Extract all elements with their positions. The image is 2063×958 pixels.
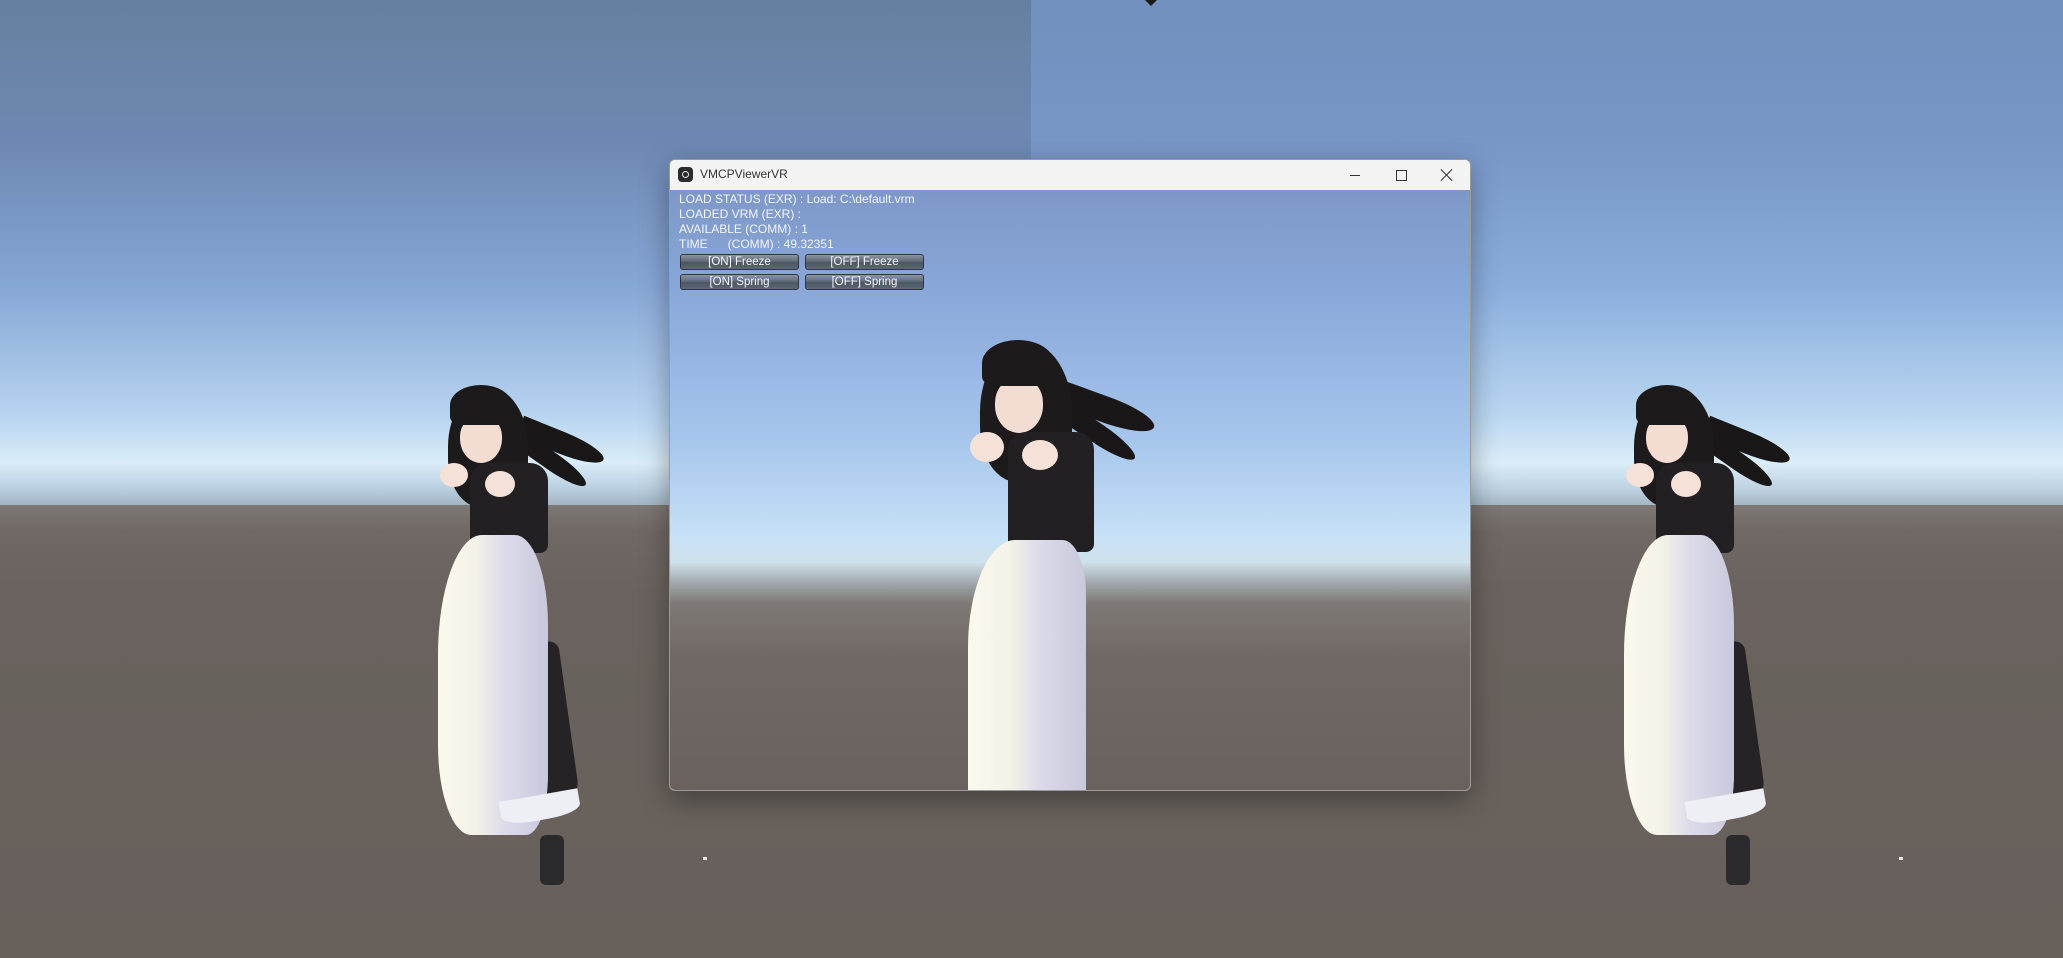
unity-app-icon bbox=[678, 167, 693, 182]
render-viewport[interactable]: LOAD STATUS (EXR) : Load: C:\default.vrm… bbox=[670, 190, 1470, 790]
spring-off-button[interactable]: [OFF] Spring bbox=[805, 274, 924, 290]
freeze-on-button[interactable]: [ON] Freeze bbox=[680, 254, 799, 270]
minimize-button[interactable] bbox=[1332, 160, 1378, 190]
floor-marker-dot bbox=[703, 857, 707, 860]
vrm-avatar-right bbox=[1616, 385, 1816, 905]
time-text: TIME (COMM) : 49.32351 bbox=[679, 237, 834, 251]
load-status-text: LOAD STATUS (EXR) : Load: C:\default.vrm bbox=[679, 192, 915, 206]
window-title: VMCPViewerVR bbox=[700, 167, 788, 181]
maximize-icon bbox=[1395, 169, 1407, 181]
floor-marker-dot bbox=[1899, 857, 1903, 860]
maximize-button[interactable] bbox=[1378, 160, 1424, 190]
loaded-vrm-text: LOADED VRM (EXR) : bbox=[679, 207, 802, 221]
minimize-icon bbox=[1350, 174, 1360, 176]
vrm-avatar-center bbox=[950, 340, 1170, 790]
available-text: AVAILABLE (COMM) : 1 bbox=[679, 222, 808, 236]
spring-on-button[interactable]: [ON] Spring bbox=[680, 274, 799, 290]
app-window[interactable]: VMCPViewerVR LOAD STATUS (EXR) : Load: C… bbox=[669, 159, 1471, 791]
close-button[interactable] bbox=[1424, 160, 1470, 190]
close-icon bbox=[1441, 169, 1453, 181]
title-bar[interactable]: VMCPViewerVR bbox=[670, 160, 1470, 191]
freeze-off-button[interactable]: [OFF] Freeze bbox=[805, 254, 924, 270]
vrm-avatar-left bbox=[430, 385, 630, 905]
